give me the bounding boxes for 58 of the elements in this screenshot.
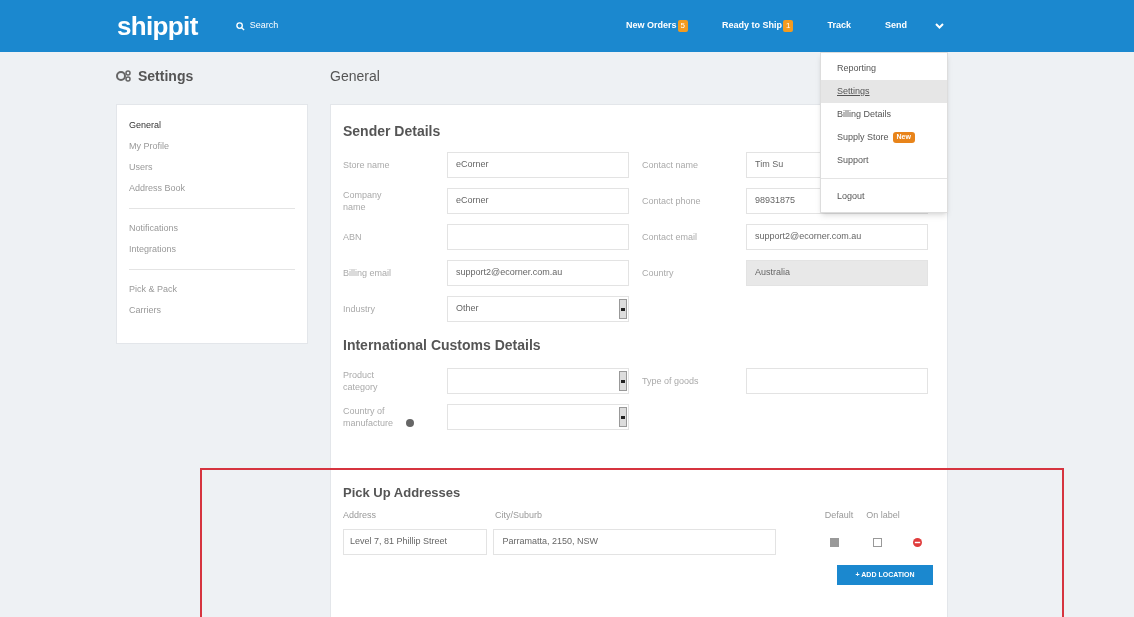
menu-item[interactable]: Logout — [837, 189, 865, 204]
field-label: Contact phone — [642, 195, 701, 207]
count-badge: 5 — [677, 20, 688, 32]
field-label: Contact name — [642, 159, 699, 171]
section-heading: Pick Up Addresses — [343, 484, 461, 503]
search-icon — [235, 21, 245, 31]
nav-link[interactable]: New Orders — [626, 19, 677, 33]
select-value: Other — [456, 302, 479, 316]
input-field[interactable] — [746, 368, 928, 394]
spinner-icon — [621, 415, 625, 419]
menu-item[interactable]: Supply Store — [837, 130, 889, 145]
field-label: Type of goods — [642, 375, 699, 387]
nav-link[interactable]: Track — [827, 19, 851, 33]
column-header: City/Suburb — [495, 509, 544, 523]
field-label: Store name — [343, 159, 390, 171]
spinner-icon — [621, 307, 625, 311]
field-label: Country of manufacture — [343, 405, 395, 429]
section-heading: International Customs Details — [343, 335, 541, 355]
input-field: Australia — [746, 260, 928, 286]
select-field[interactable]: Other — [447, 296, 629, 322]
column-header: On label — [865, 509, 901, 523]
select-field[interactable] — [447, 404, 629, 430]
input-field[interactable] — [447, 224, 629, 250]
column-header: Default — [823, 509, 855, 523]
sidebar-item[interactable]: General — [129, 115, 295, 136]
input-field[interactable]: Level 7, 81 Phillip Street — [343, 529, 488, 555]
sidebar-title: Settings — [138, 66, 194, 86]
field-label: Company name — [343, 189, 383, 213]
input-field[interactable]: Parramatta, 2150, NSW — [493, 529, 777, 555]
checkbox[interactable] — [829, 537, 839, 547]
input-field[interactable]: eCorner — [447, 152, 629, 178]
input-field[interactable]: eCorner — [447, 188, 629, 214]
settings-icon — [116, 70, 132, 82]
input-field[interactable]: support2@ecorner.com.au — [746, 224, 928, 250]
chevron-icon[interactable] — [935, 23, 944, 29]
menu-item[interactable]: Billing Details — [837, 107, 892, 122]
input-field[interactable]: support2@ecorner.com.au — [447, 260, 629, 286]
field-label: Product category — [343, 369, 379, 393]
menu-item[interactable]: Reporting — [837, 61, 877, 76]
menu-item[interactable]: Settings — [837, 84, 870, 99]
field-label: Country — [642, 267, 674, 279]
logo[interactable]: shippit — [117, 6, 198, 46]
menu-item[interactable]: Support — [837, 153, 869, 168]
spinner-icon — [621, 379, 625, 383]
field-label: Industry — [343, 303, 375, 315]
checkbox[interactable] — [873, 537, 883, 547]
select-field[interactable] — [447, 368, 629, 394]
field-label: Billing email — [343, 267, 392, 279]
nav-link[interactable]: Send — [885, 19, 907, 33]
count-badge: 1 — [783, 20, 794, 32]
section-heading: Sender Details — [343, 121, 441, 141]
nav-link[interactable]: Ready to Ship — [722, 19, 782, 33]
page-title: General — [330, 66, 380, 86]
field-label: ABN — [343, 231, 362, 243]
column-header: Address — [343, 509, 378, 523]
search-link[interactable]: Search — [249, 19, 279, 33]
field-label: Contact email — [642, 231, 698, 243]
remove-icon[interactable] — [912, 537, 922, 547]
